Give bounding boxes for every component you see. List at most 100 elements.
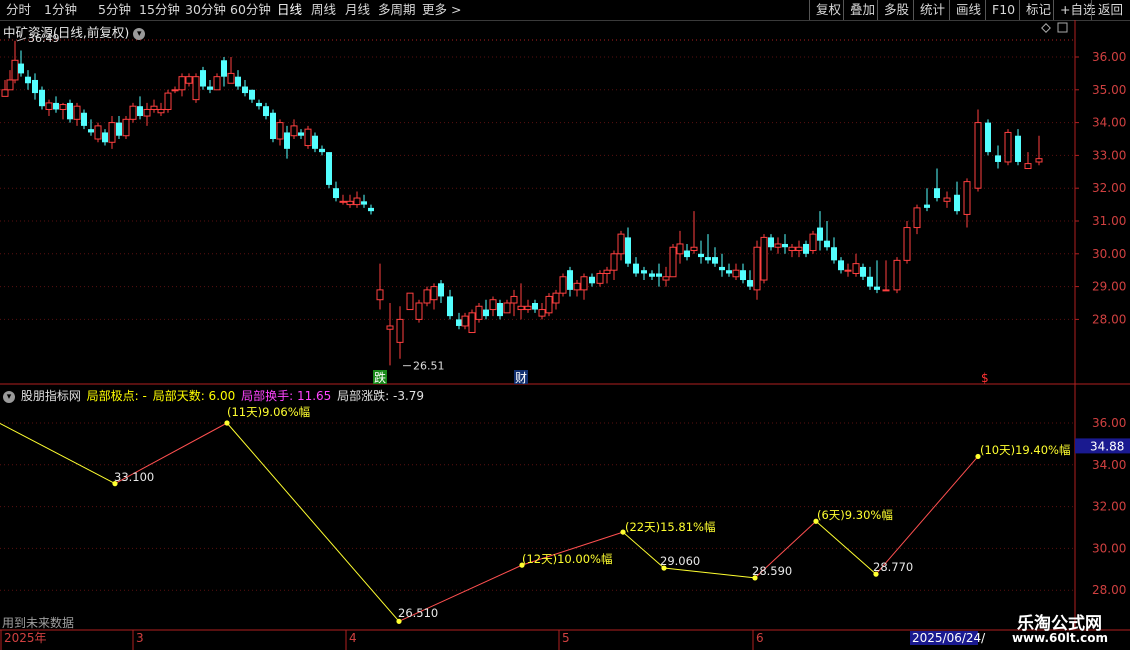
up-candle [94,122,102,143]
candle-body [1024,163,1032,170]
candle-body [67,102,73,120]
zigzag-annotation: 28.770 [873,560,913,574]
up-candle [510,289,518,317]
candle-body [510,295,518,304]
period-tab-monthly[interactable]: 月线 [345,2,370,18]
candle-body [386,325,394,330]
down-candle [235,70,241,90]
down-candle [684,243,690,261]
down-candle [284,125,290,159]
down-candle [438,280,444,303]
candle-body [893,259,901,291]
up-candle [415,299,423,323]
time-label: 3 [136,631,144,645]
up-candle [596,270,604,287]
up-candle [73,102,81,126]
candle-body [517,305,525,311]
chevron-down-icon[interactable]: ▾ [3,390,15,403]
candle-body [559,276,567,294]
period-tab-multi[interactable]: 多周期 [378,2,416,18]
indicator-tick-label: 28.00 [1092,583,1126,597]
up-candle [903,221,911,264]
indicator-tick-label: 30.00 [1092,541,1126,555]
up-candle [386,303,394,366]
up-candle [227,57,235,84]
up-candle [59,102,67,120]
overlay-button[interactable]: 叠加 [843,0,881,20]
down-candle [67,99,73,123]
mark-button[interactable]: 标记 [1019,0,1057,20]
multi-stock-button[interactable]: 多股 [877,0,915,20]
zigzag-segment [815,520,877,575]
period-tab-1min[interactable]: 1分钟 [44,2,77,18]
period-tab-daily[interactable]: 日线 [277,2,302,18]
chevron-down-icon[interactable]: ▾ [133,27,146,40]
down-candle [200,66,206,90]
candle-body [263,106,269,117]
period-tab-15min[interactable]: 15分钟 [139,2,180,18]
down-candle [18,50,24,77]
up-candle [676,230,684,264]
candle-body [143,108,151,117]
candle-body [326,152,332,185]
down-candle [656,263,662,287]
down-candle [705,234,711,264]
up-candle [376,263,384,310]
zigzag-annotation: (10天)19.40%幅 [980,443,1070,457]
down-candle [768,234,774,251]
candle-body [45,102,53,110]
zigzag-segment [0,422,116,485]
period-tab-fenshi[interactable]: 分时 [6,2,31,18]
candle-body [346,200,354,206]
candle-body [178,76,186,91]
indicator-tick-label: 36.00 [1092,416,1126,430]
up-candle [852,253,860,277]
fuquan-button[interactable]: 复权 [809,0,847,20]
period-tab-5min[interactable]: 5分钟 [98,2,131,18]
period-tab-60min[interactable]: 60分钟 [230,2,271,18]
indicator-name[interactable]: 股朋指标网 [21,389,81,403]
draw-button[interactable]: 画线 [949,0,987,20]
down-candle [726,263,732,277]
zigzag-point [620,529,626,535]
candle-body [456,319,462,326]
candle-body [538,309,546,317]
zigzag-point [813,518,819,524]
candle-body [995,155,1001,162]
down-candle [361,194,367,208]
period-tab-weekly[interactable]: 周线 [311,2,336,18]
up-candle [6,70,14,91]
candle-body [740,270,746,281]
candle-body [81,112,87,126]
time-label: 2025年 [4,631,47,645]
up-candle [461,312,469,330]
candle-body [676,243,684,255]
down-candle [874,260,880,294]
candle-body [656,273,662,277]
down-candle [817,211,823,251]
candle-body [438,283,444,297]
candle-body [368,207,374,212]
candle-body [319,148,325,153]
period-tab-more[interactable]: 更多 > [422,2,461,18]
up-candle [603,266,611,284]
candle-body [712,257,718,264]
candle-body [249,89,255,100]
candle-body [39,89,45,107]
stats-button[interactable]: 统计 [913,0,951,20]
candle-body [256,102,262,107]
back-button[interactable]: 返回 [1091,0,1129,20]
candle-body [768,237,774,248]
down-candle [824,221,830,251]
candle-body [94,125,102,140]
down-candle [860,263,866,281]
candle-body [934,188,940,199]
zigzag-segment [875,456,979,575]
up-candle [430,283,438,310]
up-candle [164,89,172,113]
f10-button[interactable]: F10 [985,0,1021,20]
down-candle [782,234,788,254]
period-tab-30min[interactable]: 30分钟 [185,2,226,18]
down-candle [532,299,538,313]
chart-canvas[interactable]: 36.4926.51跌财 $ 33.100(11天)9.06%幅26.510(12… [0,0,1130,650]
